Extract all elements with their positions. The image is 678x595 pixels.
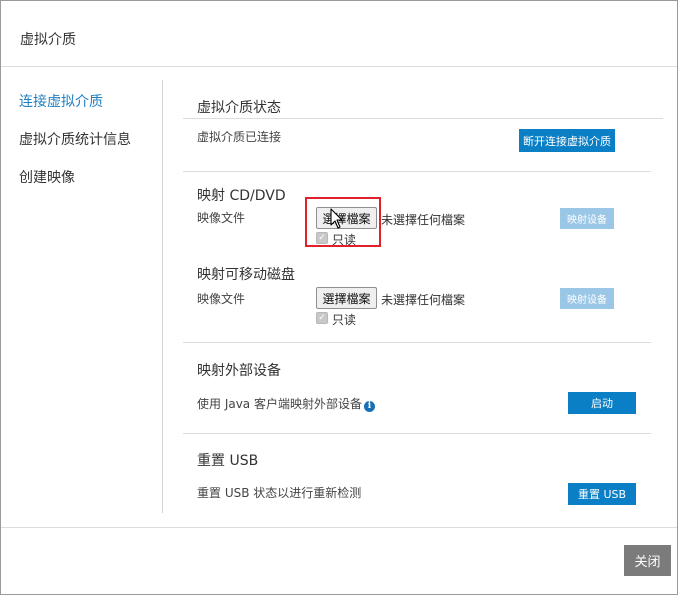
cd-map-device-button[interactable]: 映射设备 bbox=[560, 208, 614, 229]
usb-section-title: 重置 USB bbox=[197, 453, 259, 469]
reset-usb-button[interactable]: 重置 USB bbox=[568, 483, 636, 505]
disconnect-virtual-media-button[interactable]: 断开连接虚拟介质 bbox=[519, 129, 615, 152]
removable-map-device-button[interactable]: 映射设备 bbox=[560, 288, 614, 309]
external-text: 使用 Java 客户端映射外部设备 bbox=[197, 397, 362, 411]
sidebar-item-connect-virtual-media[interactable]: 连接虚拟介质 bbox=[19, 91, 103, 111]
sidebar-divider bbox=[162, 80, 163, 513]
external-description: 使用 Java 客户端映射外部设备 i bbox=[197, 395, 375, 412]
dialog-title: 虚拟介质 bbox=[20, 32, 76, 48]
status-text: 虚拟介质已连接 bbox=[197, 130, 282, 144]
status-divider bbox=[183, 118, 663, 119]
info-icon[interactable]: i bbox=[363, 401, 375, 412]
cd-no-file-text: 未選擇任何檔案 bbox=[381, 213, 466, 227]
usb-description: 重置 USB 状态以进行重新检测 bbox=[197, 486, 362, 500]
removable-choose-file-button[interactable]: 選擇檔案 bbox=[316, 287, 377, 309]
footer-divider bbox=[1, 527, 677, 528]
start-button[interactable]: 启动 bbox=[568, 392, 636, 414]
sidebar-item-create-image[interactable]: 创建映像 bbox=[19, 167, 75, 187]
mouse-pointer-icon bbox=[330, 208, 343, 229]
close-button[interactable]: 关闭 bbox=[624, 545, 671, 576]
removable-readonly-checkbox[interactable]: ✓ bbox=[316, 312, 328, 324]
sidebar-item-virtual-media-statistics[interactable]: 虚拟介质统计信息 bbox=[19, 129, 131, 149]
removable-no-file-text: 未選擇任何檔案 bbox=[381, 293, 466, 307]
removable-section-title: 映射可移动磁盘 bbox=[197, 267, 295, 283]
cd-section-title: 映射 CD/DVD bbox=[197, 188, 286, 204]
removable-image-file-label: 映像文件 bbox=[197, 292, 246, 306]
section-divider bbox=[183, 342, 651, 343]
removable-readonly-label: 只读 bbox=[332, 313, 357, 327]
cd-image-file-label: 映像文件 bbox=[197, 211, 246, 225]
section-divider bbox=[183, 433, 651, 434]
section-divider bbox=[183, 171, 651, 172]
dialog-header: 虚拟介质 bbox=[1, 1, 677, 67]
external-section-title: 映射外部设备 bbox=[197, 363, 281, 379]
status-section-title: 虚拟介质状态 bbox=[197, 100, 281, 116]
